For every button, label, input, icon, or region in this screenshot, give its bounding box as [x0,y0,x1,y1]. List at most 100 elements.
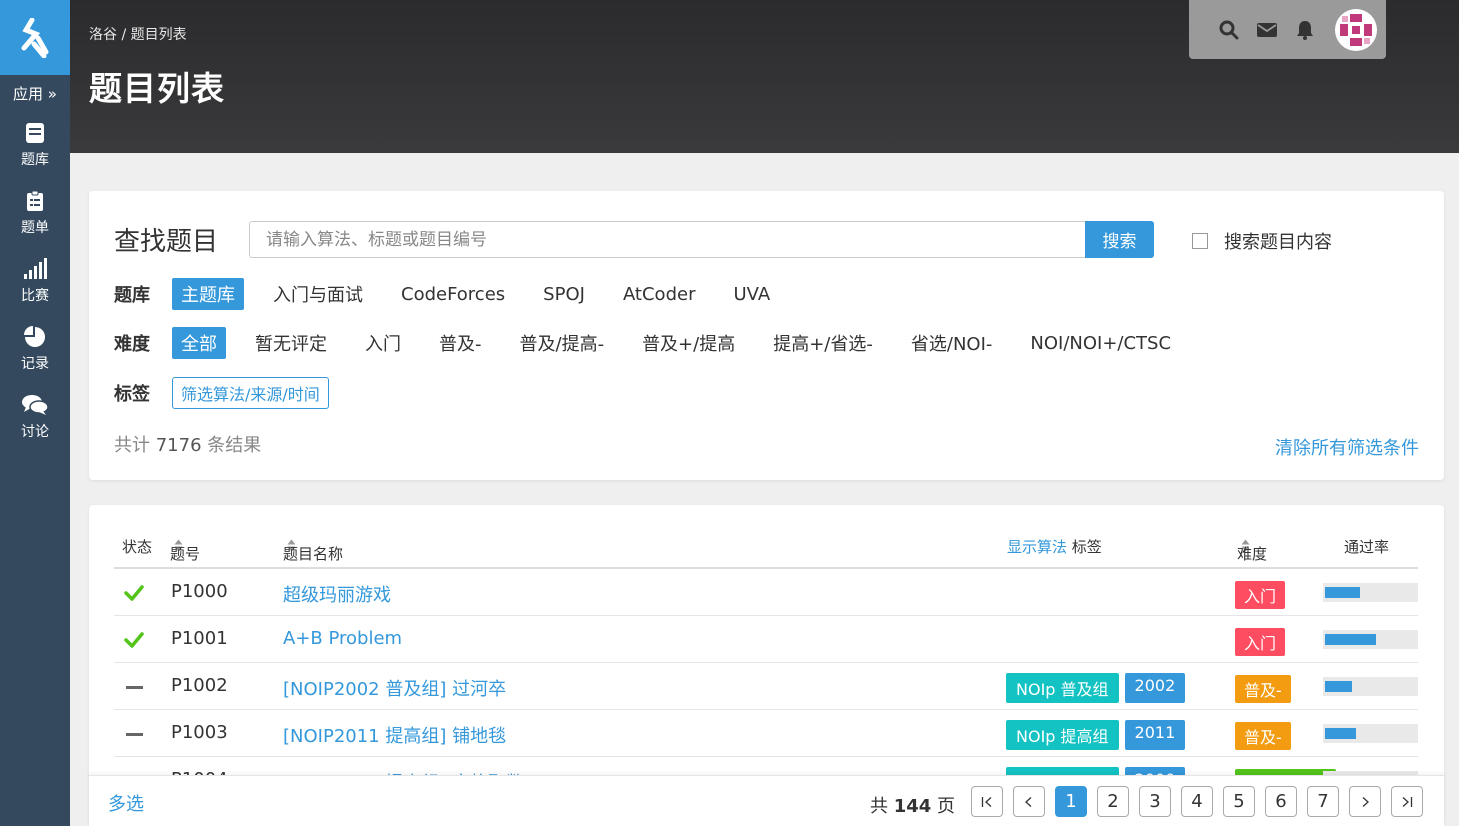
breadcrumb[interactable]: 洛谷 / 题目列表 [89,24,187,44]
difficulty-filter-row: 难度 全部 暂无评定 入门 普及- 普及/提高- 普及+/提高 提高+/省选- … [114,327,1200,359]
avatar-image [1340,13,1372,46]
problem-id: P1002 [171,675,228,696]
search-content-toggle[interactable]: 搜索题目内容 [1192,228,1332,254]
table-row[interactable]: P1002 [NOIP2002 普及组] 过河卒 NOIp 普及组 2002 普及- [114,663,1418,710]
first-page-icon [981,796,992,807]
problem-title-link[interactable]: [NOIP2002 普及组] 过河卒 [283,675,506,701]
bank-option[interactable]: CodeForces [392,281,514,308]
next-page-button[interactable] [1349,786,1381,817]
prev-page-button[interactable] [1013,786,1045,817]
difficulty-option[interactable]: 暂无评定 [246,327,336,359]
result-number: 7176 [155,435,202,456]
bank-filter-label: 题库 [114,285,150,306]
pass-rate-bar [1323,677,1418,696]
pass-rate-fill [1325,728,1356,739]
difficulty-option[interactable]: 省选/NOI- [902,327,1002,359]
multi-select-link[interactable]: 多选 [108,790,144,816]
search-title: 查找题目 [114,227,219,257]
problem-tag[interactable]: 2011 [1124,720,1186,750]
search-input[interactable] [249,221,1086,258]
problem-tag[interactable]: NOIp 普及组 [1006,673,1119,703]
problem-id: P1000 [171,581,228,602]
sidebar-item-discuss[interactable]: 讨论 [0,383,70,451]
difficulty-option[interactable]: 普及- [430,327,491,359]
difficulty-header[interactable]: 难度 [1237,536,1267,563]
bank-option[interactable]: 入门与面试 [264,278,372,310]
pager: 1234567 [971,786,1423,817]
problem-tags: NOIp 提高组 2011 [1006,720,1186,750]
difficulty-option[interactable]: 普及+/提高 [633,327,744,359]
bell-icon[interactable] [1295,20,1315,40]
bank-option[interactable]: UVA [724,281,779,308]
sidebar-item-label: 记录 [21,355,49,372]
tag-filter-button[interactable]: 筛选算法/来源/时间 [172,377,329,409]
bank-option[interactable]: SPOJ [534,281,594,308]
mail-icon[interactable] [1257,20,1277,40]
status-header: 状态 [122,538,153,556]
page-button[interactable]: 6 [1265,786,1297,817]
difficulty-header-label: 难度 [1237,545,1268,563]
sidebar-item-label: 比赛 [21,287,49,304]
page-button[interactable]: 4 [1181,786,1213,817]
difficulty-option[interactable]: NOI/NOI+/CTSC [1021,330,1180,357]
difficulty-option[interactable]: 入门 [356,327,410,359]
sidebar-item-contests[interactable]: 比赛 [0,247,70,315]
apps-button[interactable]: 应用 » [0,75,70,111]
page-button[interactable]: 7 [1307,786,1339,817]
bank-option[interactable]: 主题库 [172,278,244,310]
user-toolbar [1189,0,1386,59]
page-button[interactable]: 2 [1097,786,1129,817]
search-icon[interactable] [1219,20,1239,40]
problem-tag[interactable]: NOIp 提高组 [1006,720,1119,750]
difficulty-option[interactable]: 提高+/省选- [764,327,882,359]
table-header: 状态 题号 题目名称 显示算法 标签 难度 通过率 [114,529,1418,569]
difficulty-badge: 入门 [1235,581,1286,609]
sidebar-item-records[interactable]: 记录 [0,315,70,383]
page-button[interactable]: 5 [1223,786,1255,817]
dash-icon [124,725,144,743]
total-suffix: 页 [937,796,956,817]
problem-tag[interactable]: 2002 [1124,673,1186,703]
last-page-button[interactable] [1391,786,1423,817]
bank-filter-row: 题库 主题库 入门与面试 CodeForces SPOJ AtCoder UVA [114,278,799,310]
page-header: 洛谷 / 题目列表 题目列表 [70,0,1459,153]
sidebar-item-label: 题单 [21,219,49,236]
search-content-label: 搜索题目内容 [1224,232,1332,253]
page-button[interactable]: 1 [1055,786,1087,817]
chevron-right-icon [1362,796,1369,807]
check-icon [124,631,144,649]
show-algorithm-link[interactable]: 显示算法 [1007,538,1067,556]
problem-title-link[interactable]: A+B Problem [283,628,402,649]
problem-title-link[interactable]: 超级玛丽游戏 [283,581,391,607]
pass-rate-bar [1323,630,1418,649]
difficulty-option[interactable]: 全部 [172,327,226,359]
pagination-bar: 多选 共 144 页 1234567 [89,775,1444,826]
sidebar-item-label: 题库 [21,151,49,168]
pass-rate-bar [1323,724,1418,743]
pie-chart-icon [24,325,45,347]
bank-option[interactable]: AtCoder [614,281,705,308]
table-row[interactable]: P1001 A+B Problem 入门 [114,616,1418,663]
difficulty-option[interactable]: 普及/提高- [511,327,614,359]
search-content-checkbox[interactable] [1192,233,1208,249]
difficulty-badge: 普及- [1235,722,1291,750]
sidebar-item-label: 讨论 [21,423,49,440]
dash-icon [124,678,144,696]
first-page-button[interactable] [971,786,1003,817]
comments-icon [22,394,48,415]
table-row[interactable]: P1003 [NOIP2011 提高组] 铺地毯 NOIp 提高组 2011 普及- [114,710,1418,757]
page-button[interactable]: 3 [1139,786,1171,817]
table-row[interactable]: P1000 超级玛丽游戏 入门 [114,569,1418,616]
avatar[interactable] [1335,8,1377,51]
pid-header[interactable]: 题号 [170,536,200,563]
sidebar-item-problems[interactable]: 题库 [0,111,70,179]
luogu-logo[interactable] [0,0,70,75]
tag-filter-row: 标签 筛选算法/来源/时间 [114,377,329,409]
problem-tags: NOIp 普及组 2002 [1006,673,1186,703]
sidebar-item-training[interactable]: 题单 [0,179,70,247]
clear-filters-link[interactable]: 清除所有筛选条件 [1275,434,1419,460]
problem-title-link[interactable]: [NOIP2011 提高组] 铺地毯 [283,722,506,748]
search-button[interactable]: 搜索 [1085,221,1154,258]
title-header[interactable]: 题目名称 [283,536,343,563]
luogu-logo-icon [21,17,49,58]
